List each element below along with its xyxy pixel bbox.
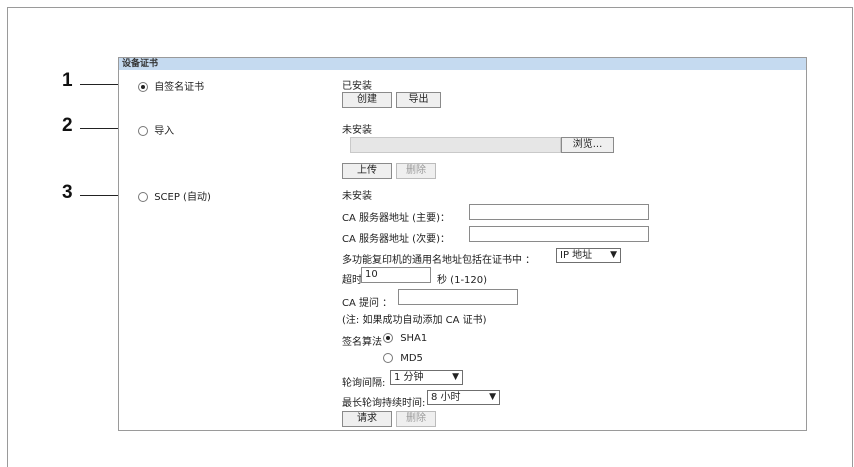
common-name-value: IP 地址 [560, 250, 593, 261]
export-button[interactable]: 导出 [396, 92, 441, 108]
option-scep-label: SCEP (自动) [154, 192, 211, 203]
chevron-down-icon: ▼ [452, 372, 459, 382]
timeout-unit: 秒 (1-120) [437, 275, 488, 286]
option-import-label: 导入 [154, 126, 175, 137]
option-self-signed-label: 自签名证书 [154, 82, 205, 93]
callout-3: 3 [62, 182, 73, 203]
common-name-select[interactable]: IP 地址 ▼ [556, 248, 621, 263]
upload-button[interactable]: 上传 [342, 163, 392, 179]
import-delete-button[interactable]: 删除 [396, 163, 436, 179]
md5-label: MD5 [400, 353, 423, 364]
request-button[interactable]: 请求 [342, 411, 392, 427]
create-button[interactable]: 创建 [342, 92, 392, 108]
scep-status: 未安装 [342, 191, 372, 202]
radio-import[interactable] [138, 126, 148, 136]
common-name-label: 多功能复印机的通用名地址包括在证书中 ： [342, 255, 536, 266]
ca-primary-input[interactable] [469, 204, 649, 220]
poll-interval-label: 轮询间隔: [342, 378, 386, 389]
ca-challenge-input[interactable] [398, 289, 518, 305]
poll-interval-select[interactable]: 1 分钟 ▼ [390, 370, 463, 385]
ca-secondary-input[interactable] [469, 226, 649, 242]
radio-self-signed[interactable] [138, 82, 148, 92]
timeout-input[interactable]: 10 [361, 267, 431, 283]
sign-algo-label: 签名算法 [342, 337, 382, 348]
import-file-path[interactable] [350, 137, 561, 153]
radio-sha1[interactable] [383, 333, 393, 343]
browse-button[interactable]: 浏览... [561, 137, 614, 153]
ca-challenge-label: CA 提问 ： [342, 298, 393, 309]
chevron-down-icon: ▼ [489, 392, 496, 402]
chevron-down-icon: ▼ [610, 250, 617, 260]
scep-delete-button[interactable]: 删除 [396, 411, 436, 427]
self-signed-status: 已安装 [342, 81, 372, 92]
max-poll-value: 8 小时 [431, 392, 461, 403]
radio-scep[interactable] [138, 192, 148, 202]
panel-title: 设备证书 [119, 58, 806, 70]
option-import[interactable]: 导入 [138, 122, 174, 137]
callout-1: 1 [62, 70, 73, 91]
option-md5[interactable]: MD5 [383, 353, 423, 364]
ca-secondary-label: CA 服务器地址 (次要)： [342, 234, 450, 245]
radio-md5[interactable] [383, 353, 393, 363]
poll-interval-value: 1 分钟 [394, 372, 424, 383]
sha1-label: SHA1 [400, 333, 428, 344]
import-status: 未安装 [342, 125, 372, 136]
max-poll-select[interactable]: 8 小时 ▼ [427, 390, 500, 405]
ca-primary-label: CA 服务器地址 (主要)： [342, 213, 450, 224]
option-self-signed[interactable]: 自签名证书 [138, 78, 204, 93]
max-poll-label: 最长轮询持续时间: [342, 398, 426, 409]
callout-2: 2 [62, 115, 73, 136]
ca-note: (注: 如果成功自动添加 CA 证书) [342, 315, 487, 326]
option-scep[interactable]: SCEP (自动) [138, 188, 211, 203]
option-sha1[interactable]: SHA1 [383, 333, 427, 344]
